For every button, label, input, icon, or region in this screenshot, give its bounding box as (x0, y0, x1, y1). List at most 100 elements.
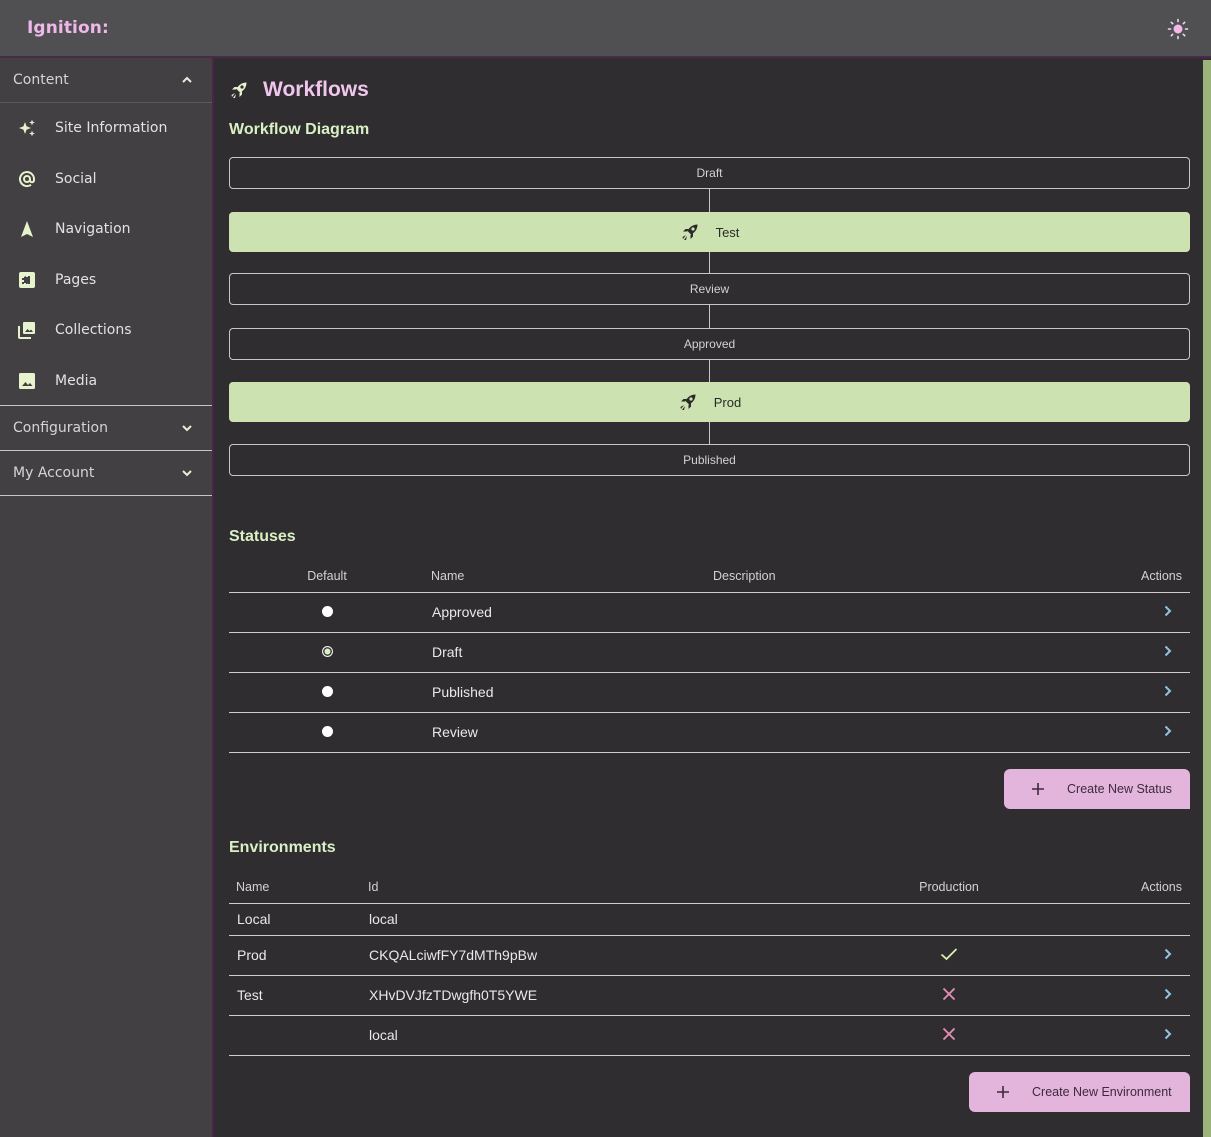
diagram-stage-test[interactable]: Test (229, 212, 1190, 252)
page-heading: Workflows (263, 78, 369, 101)
chevron-right-icon[interactable] (1162, 987, 1174, 1001)
diagram-stage-prod[interactable]: Prod (229, 382, 1190, 422)
environment-id: local (361, 902, 861, 935)
chevron-down-icon (182, 425, 192, 432)
scrollbar[interactable] (1203, 60, 1211, 1137)
sidebar-item-collections[interactable]: Collections (0, 305, 212, 356)
default-cell (229, 671, 425, 712)
status-row: Review (229, 711, 1190, 753)
sidebar-divider (0, 495, 212, 496)
stage-label: Test (715, 224, 740, 240)
column-header-actions: Actions (1037, 871, 1190, 904)
environments-table: Name Id Production Actions Local local Pro… (229, 871, 1190, 1056)
rocket-icon (680, 394, 696, 410)
actions-cell (1037, 934, 1190, 975)
actions-cell (1043, 711, 1190, 753)
production-cell (861, 934, 1037, 975)
image-icon (17, 371, 37, 391)
sidebar-group-content[interactable]: Content (0, 58, 212, 102)
sidebar-group-label: Configuration (13, 420, 108, 436)
sidebar-group-label: Content (13, 72, 69, 88)
diagram-stage-published[interactable]: Published (229, 444, 1190, 476)
check-icon (940, 947, 958, 960)
status-name: Draft (425, 631, 713, 672)
sidebar-item-navigation[interactable]: Navigation (0, 204, 212, 255)
page-title: Workflows (229, 78, 369, 102)
default-radio[interactable] (321, 646, 333, 657)
sidebar: Content Site Information Social Navigati… (0, 58, 214, 1137)
navigation-arrow-icon (17, 219, 37, 239)
actions-cell (1037, 902, 1190, 935)
default-radio[interactable] (321, 686, 333, 697)
create-new-environment-button[interactable]: Create New Environment (969, 1072, 1190, 1112)
status-description (713, 631, 1043, 672)
production-cell (861, 1014, 1037, 1056)
sidebar-item-social[interactable]: Social (0, 154, 212, 205)
column-header-default: Default (229, 560, 425, 593)
chevron-right-icon[interactable] (1162, 1027, 1174, 1041)
default-cell (229, 591, 425, 632)
cross-icon (942, 987, 956, 1000)
chevron-up-icon (182, 76, 192, 83)
column-header-id: Id (361, 871, 861, 904)
diagram-connector (709, 422, 710, 444)
actions-cell (1043, 631, 1190, 672)
statuses-table: Default Name Description Actions Approve… (229, 560, 1190, 753)
sidebar-item-label: Social (55, 170, 97, 187)
table-header-row: Name Id Production Actions (229, 871, 1190, 904)
column-header-actions: Actions (1043, 560, 1190, 593)
chevron-right-icon[interactable] (1162, 724, 1174, 738)
chevron-down-icon (182, 470, 192, 477)
diagram-stage-review[interactable]: Review (229, 273, 1190, 305)
environment-id: local (361, 1014, 861, 1056)
environment-row: local (229, 1014, 1190, 1056)
diagram-connector (709, 305, 710, 328)
button-label: Create New Status (1067, 782, 1172, 796)
default-radio[interactable] (321, 606, 333, 617)
status-row: Draft (229, 631, 1190, 672)
actions-cell (1043, 591, 1190, 632)
at-sign-icon (17, 169, 37, 189)
chevron-right-icon[interactable] (1162, 604, 1174, 618)
sidebar-item-pages[interactable]: Pages (0, 255, 212, 306)
sidebar-item-label: Media (55, 372, 98, 389)
default-radio[interactable] (321, 726, 333, 737)
chevron-right-icon[interactable] (1162, 947, 1174, 961)
statuses-section-title: Statuses (229, 528, 296, 545)
column-header-production: Production (861, 871, 1037, 904)
sidebar-item-label: Navigation (55, 221, 131, 238)
sidebar-item-label: Site Information (55, 120, 168, 137)
status-row: Published (229, 671, 1190, 712)
chevron-right-icon[interactable] (1162, 644, 1174, 658)
environment-name (229, 1014, 361, 1056)
sidebar-group-configuration[interactable]: Configuration (0, 406, 212, 450)
status-description (713, 591, 1043, 632)
sidebar-item-media[interactable]: Media (0, 356, 212, 407)
diagram-stage-approved[interactable]: Approved (229, 328, 1190, 360)
production-cell (861, 974, 1037, 1015)
sidebar-item-site-information[interactable]: Site Information (0, 103, 212, 154)
actions-cell (1037, 974, 1190, 1015)
stage-label: Review (689, 282, 730, 296)
sidebar-group-label: My Account (13, 465, 95, 481)
environment-row: Test XHvDVJfzTDwgfh0T5YWE (229, 974, 1190, 1015)
sun-icon (1167, 18, 1189, 40)
environment-name: Prod (229, 934, 361, 975)
sidebar-group-my-account[interactable]: My Account (0, 451, 212, 495)
plus-icon (1032, 783, 1044, 795)
column-header-name: Name (229, 871, 361, 904)
status-row: Approved (229, 591, 1190, 632)
actions-cell (1037, 1014, 1190, 1056)
theme-toggle-button[interactable] (1167, 18, 1189, 40)
button-label: Create New Environment (1032, 1085, 1172, 1099)
main-content: Workflows Workflow Diagram Draft Test Re… (216, 60, 1203, 1137)
diagram-connector (709, 189, 710, 212)
production-cell (861, 902, 1037, 935)
diagram-stage-draft[interactable]: Draft (229, 157, 1190, 189)
chevron-right-icon[interactable] (1162, 684, 1174, 698)
status-description (713, 711, 1043, 753)
app-title-prefix: Ignition: (27, 18, 109, 38)
create-new-status-button[interactable]: Create New Status (1004, 769, 1190, 809)
sidebar-item-label: Pages (55, 271, 97, 288)
table-header-row: Default Name Description Actions (229, 560, 1190, 593)
